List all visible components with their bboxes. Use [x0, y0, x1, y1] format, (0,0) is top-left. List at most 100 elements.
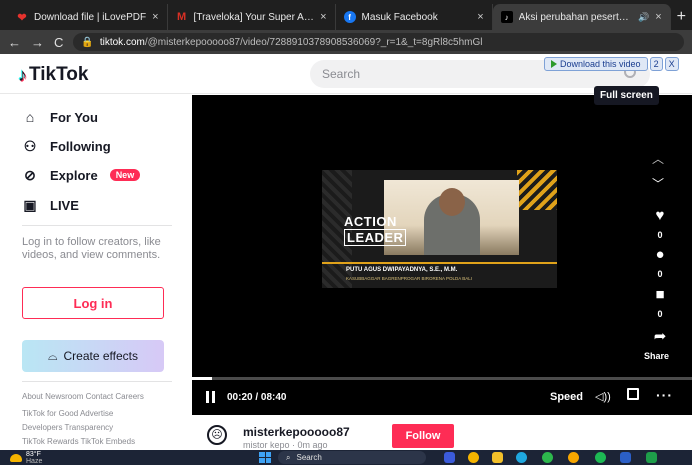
sidebar-item-explore[interactable]: ⊘ Explore New — [22, 167, 141, 183]
audio-icon[interactable]: 🔊 — [638, 12, 649, 23]
chevron-up-icon[interactable]: ︿ — [652, 150, 664, 167]
reload-icon[interactable]: C — [54, 35, 63, 50]
footer-links[interactable]: TikTok Rewards TikTok Embeds — [22, 437, 135, 446]
weather-haze-icon — [10, 454, 22, 462]
follow-button[interactable]: Follow — [392, 424, 454, 448]
pause-button[interactable] — [206, 391, 215, 403]
login-button[interactable]: Log in — [22, 287, 164, 319]
footer-links[interactable]: TikTok for Good Advertise — [22, 409, 113, 418]
tab-close-icon[interactable]: × — [477, 11, 483, 23]
tiktok-logo[interactable]: ♪ TikTok — [18, 64, 88, 86]
login-prompt: Log in to follow creators, like videos, … — [22, 236, 161, 261]
word-app-icon[interactable] — [620, 452, 631, 463]
more-options-icon[interactable]: ··· — [656, 387, 673, 403]
tab-close-icon[interactable]: × — [152, 11, 158, 23]
download-extension-bar: Download this video 2 X — [544, 57, 679, 71]
video-player[interactable]: ACTION LEADER PUTU AGUS DWIPAYADNYA, S.E… — [192, 95, 692, 415]
chevron-down-icon[interactable]: ﹀ — [652, 175, 664, 192]
time-display: 00:20 / 08:40 — [227, 392, 287, 403]
volume-icon[interactable]: ◁)) — [595, 390, 611, 403]
windows-taskbar: 83°F Haze ⌕ Search — [0, 450, 692, 465]
fullscreen-tooltip: Full screen — [594, 86, 659, 105]
sidebar-item-live[interactable]: ▣ LIVE — [22, 197, 79, 213]
account-row: ☹ misterkepooooo87 mistor kepo · 0m ago … — [192, 415, 692, 450]
file-explorer-icon[interactable] — [492, 452, 503, 463]
comment-count: 0 — [657, 269, 663, 279]
footer-links[interactable]: About Newsroom Contact Careers — [22, 392, 144, 401]
person-head — [439, 188, 465, 216]
heart-icon[interactable]: ♥ — [650, 207, 670, 224]
url-path: /@misterkepooooo87/video/728891037890853… — [144, 36, 483, 48]
spotify-icon[interactable] — [595, 452, 606, 463]
divider — [22, 381, 172, 382]
extension-close-button[interactable]: X — [664, 57, 679, 71]
weather-widget[interactable]: 83°F Haze — [10, 451, 42, 465]
url-domain: tiktok.com — [99, 36, 145, 48]
excel-app-icon[interactable] — [646, 452, 657, 463]
chrome-app-icon[interactable] — [468, 452, 479, 463]
forward-icon[interactable]: → — [31, 35, 44, 50]
sidebar-item-label: LIVE — [50, 197, 79, 213]
bookmark-icon[interactable]: ■ — [650, 286, 670, 303]
browser-tab[interactable]: f Masuk Facebook × — [336, 4, 493, 30]
video-controls: 00:20 / 08:40 Speed ◁)) ··· — [192, 380, 692, 415]
browser-tab[interactable]: M [Traveloka] Your Super Air Jet E × — [168, 4, 336, 30]
windows-start-icon[interactable] — [259, 452, 271, 463]
sidebar-item-label: Following — [50, 138, 111, 154]
live-icon: ▣ — [23, 196, 37, 213]
meet-app-icon[interactable] — [444, 452, 455, 463]
avatar[interactable]: ☹ — [207, 425, 227, 445]
play-icon — [551, 60, 557, 68]
download-video-button[interactable]: Download this video — [544, 57, 648, 71]
video-frame: ACTION LEADER PUTU AGUS DWIPAYADNYA, S.E… — [322, 170, 557, 288]
download-label: Download this video — [560, 59, 641, 69]
browser-tab[interactable]: ❤ Download file | iLovePDF × — [8, 4, 168, 30]
logo-text: TikTok — [29, 64, 89, 85]
video-accent-line — [322, 262, 557, 264]
taskbar-search[interactable]: ⌕ Search — [278, 451, 426, 464]
video-title-line2: LEADER — [344, 229, 407, 246]
username[interactable]: misterkepooooo87 — [243, 425, 350, 439]
new-badge: New — [109, 169, 141, 181]
edge-app-icon[interactable] — [516, 452, 527, 463]
tab-close-icon[interactable]: × — [320, 11, 326, 23]
effects-icon: ⌓ — [48, 348, 58, 363]
back-icon[interactable]: ← — [8, 35, 21, 50]
tab-title: Masuk Facebook — [361, 11, 438, 23]
facebook-icon: f — [343, 11, 356, 23]
video-decoration — [517, 170, 557, 210]
fullscreen-icon[interactable] — [627, 388, 639, 400]
create-effects-button[interactable]: ⌓ Create effects — [22, 340, 164, 372]
speed-button[interactable]: Speed — [550, 391, 583, 403]
tab-title: [Traveloka] Your Super Air Jet E — [193, 11, 315, 23]
lock-icon: 🔒 — [81, 36, 94, 48]
tiktok-icon: ♪ — [500, 11, 513, 23]
bookmark-count: 0 — [657, 309, 663, 319]
new-tab-icon[interactable]: + — [671, 8, 692, 30]
weather-condition: Haze — [26, 458, 43, 465]
tiktok-note-icon: ♪ — [18, 64, 27, 85]
share-label: Share — [644, 351, 670, 361]
share-icon[interactable]: ➦ — [650, 327, 670, 345]
sidebar-item-following[interactable]: ⚇ Following — [22, 138, 111, 154]
tab-close-icon[interactable]: × — [655, 11, 661, 23]
url-field[interactable]: 🔒 tiktok.com/@misterkepooooo87/video/728… — [73, 33, 684, 51]
like-count: 0 — [657, 230, 663, 240]
effects-label: Create effects — [63, 349, 138, 363]
video-rank-caption: KASUBBAGGAR BAGRENPROGAR BIRORENA POLDA … — [346, 276, 473, 281]
video-title-line1: ACTION — [344, 214, 397, 229]
footer-links[interactable]: Developers Transparency — [22, 423, 113, 432]
video-title-overlay: ACTION LEADER — [344, 214, 407, 246]
weather-temp: 83°F — [26, 451, 41, 458]
home-icon: ⌂ — [25, 109, 35, 125]
sidebar: ⌂ For You ⚇ Following ⊘ Explore New ▣ LI… — [0, 95, 190, 450]
comment-icon[interactable]: ● — [650, 246, 670, 263]
sidebar-item-for-you[interactable]: ⌂ For You — [22, 109, 98, 125]
account-subtitle: mistor kepo · 0m ago — [243, 440, 328, 450]
tab-title: Aksi perubahan peserta PKA — [518, 11, 632, 23]
extension-badge[interactable]: 2 — [649, 57, 663, 71]
orange-app-icon[interactable] — [568, 452, 579, 463]
browser-tab-active[interactable]: ♪ Aksi perubahan peserta PKA 🔊 × — [492, 4, 671, 30]
search-placeholder: Search — [322, 67, 361, 81]
chrome-profile-icon[interactable] — [542, 452, 553, 463]
